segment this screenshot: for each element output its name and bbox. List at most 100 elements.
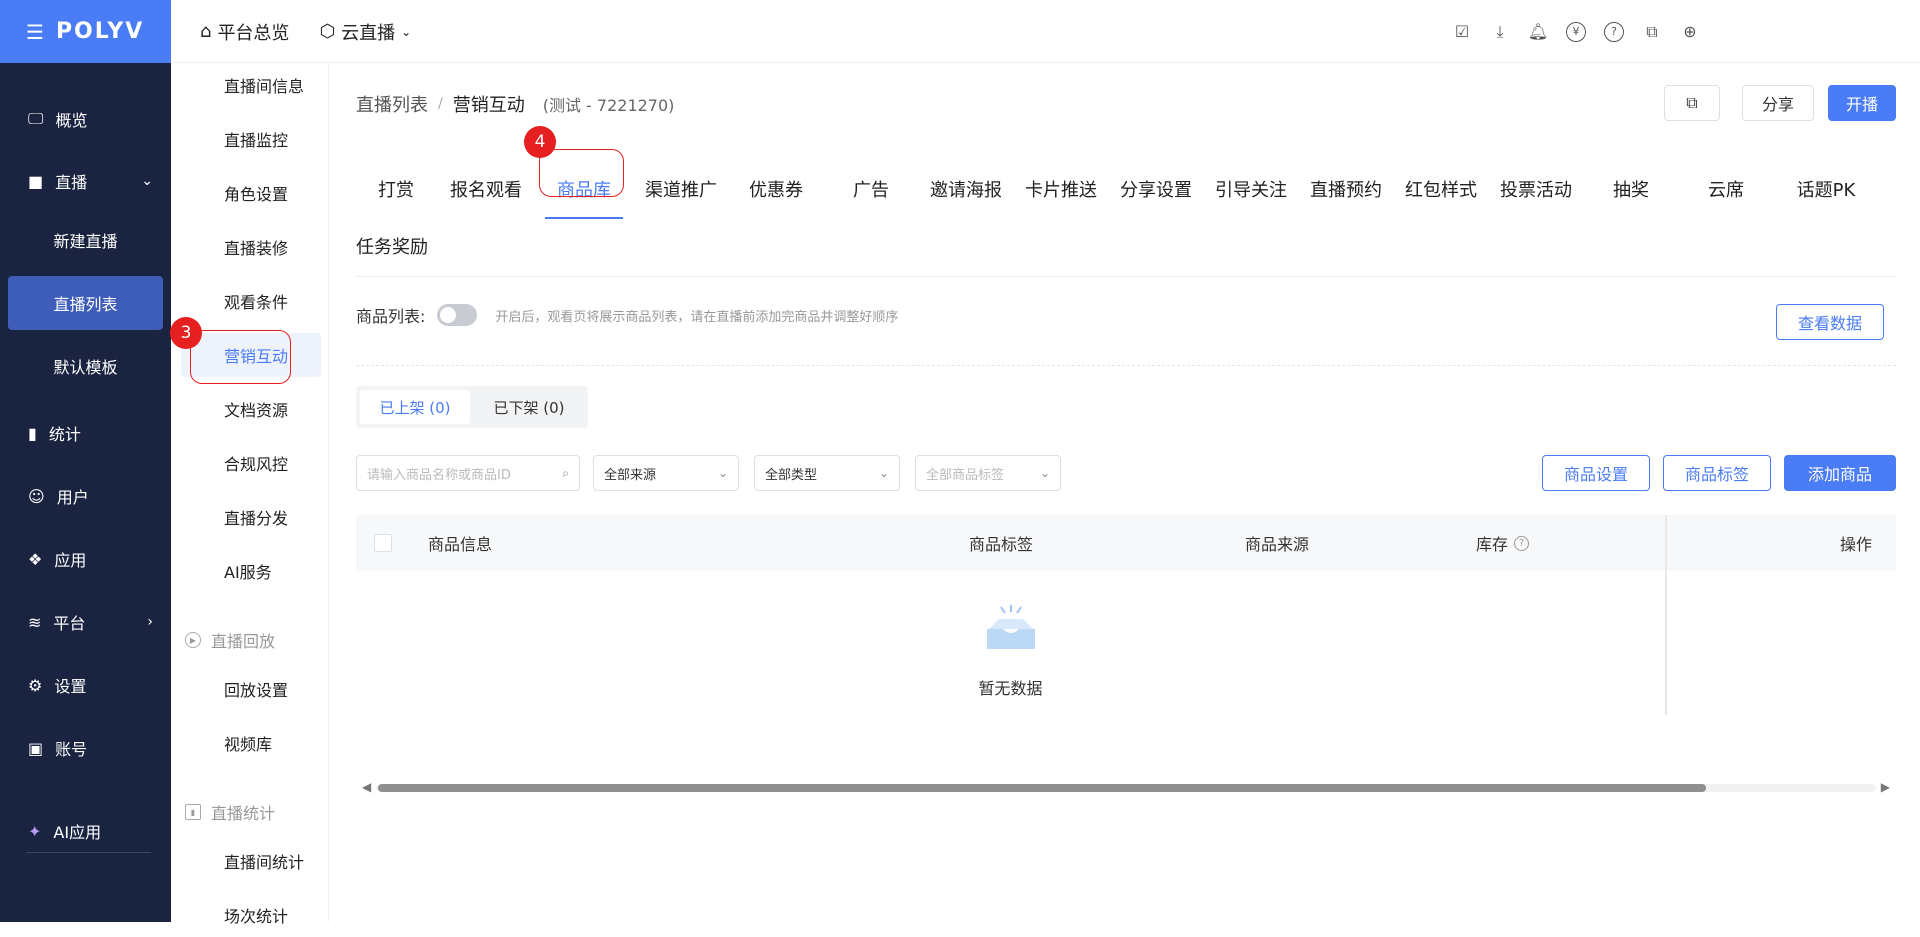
sidebar-item-settings[interactable]: ⚙ 设置 [0, 657, 171, 713]
col-actions: 操作 [1840, 535, 1873, 554]
annotation-box-step3 [190, 330, 291, 384]
source-select[interactable]: 全部来源 ⌄ [593, 455, 739, 491]
start-live-button[interactable]: 开播 [1828, 85, 1896, 121]
chart-icon: ▮ [28, 423, 37, 443]
tab-card-push[interactable]: 卡片推送 [1016, 159, 1106, 219]
chevron-down-icon: ⌄ [717, 466, 728, 480]
col-product-info: 商品信息 [428, 535, 493, 554]
help-icon[interactable]: ? [1604, 21, 1624, 42]
product-tags-button[interactable]: 商品标签 [1663, 455, 1771, 491]
sidebar-item-label: 平台 [53, 614, 86, 633]
horizontal-scrollbar[interactable]: ◀ ▶ [356, 776, 1896, 798]
sidebar-item-label: 直播 [55, 173, 88, 192]
s2-item-distribution[interactable]: 直播分发 [181, 495, 321, 539]
tab-invite-poster[interactable]: 邀请海报 [921, 159, 1011, 219]
breadcrumb-root[interactable]: 直播列表 [356, 91, 428, 117]
tag-select-value: 全部商品标签 [926, 467, 1005, 483]
sidebar-item-label: 统计 [48, 425, 81, 444]
top-bar: ☰ POLYV ⌂ 平台总览 ⬡ 云直播 ⌄ ☑ ⤓ 🔔︎ ¥ ? ⧉ ⊕ [0, 0, 1920, 63]
s2-item-monitor[interactable]: 直播监控 [181, 117, 321, 161]
s2-item-watch-conditions[interactable]: 观看条件 [181, 279, 321, 323]
task-icon[interactable]: ☑ [1452, 22, 1472, 42]
type-select-value: 全部类型 [765, 467, 818, 483]
col-product-tags: 商品标签 [969, 535, 1034, 554]
view-data-button[interactable]: 查看数据 [1776, 304, 1884, 340]
logo-area[interactable]: ☰ POLYV [0, 0, 171, 63]
gear-icon: ⚙ [28, 675, 43, 695]
home-icon: ⌂ [200, 21, 212, 42]
download-icon[interactable]: ⤓ [1490, 22, 1510, 42]
sidebar-sub-live-list[interactable]: 直播列表 [8, 276, 163, 330]
fixed-column-separator [1665, 515, 1667, 715]
segment-on-shelf[interactable]: 已上架 (0) [360, 390, 470, 424]
search-input[interactable]: 请输入商品名称或商品ID ⌕ [356, 455, 580, 491]
tab-registration[interactable]: 报名观看 [441, 159, 531, 219]
s2-item-decoration[interactable]: 直播装修 [181, 225, 321, 269]
tab-share-settings[interactable]: 分享设置 [1111, 159, 1201, 219]
product-list-toggle[interactable] [437, 304, 478, 326]
sidebar-item-platform[interactable]: ≋ 平台 › [0, 594, 171, 650]
sidebar-item-apps[interactable]: ❖ 应用 [0, 531, 171, 587]
scrollbar-thumb[interactable] [378, 784, 1706, 792]
s2-group-playback: ▶ 直播回放 [185, 628, 275, 652]
search-icon: ⌕ [562, 465, 569, 480]
sidebar-item-stats[interactable]: ▮ 统计 [0, 405, 171, 461]
tab-channel-promotion[interactable]: 渠道推广 [631, 159, 731, 219]
empty-box-icon [986, 605, 1035, 649]
help-icon[interactable]: ? [1514, 535, 1530, 551]
s2-group-stats: ▮ 直播统计 [185, 800, 275, 824]
tab-live-reservation[interactable]: 直播预约 [1301, 159, 1391, 219]
tab-reward[interactable]: 打赏 [356, 159, 436, 219]
tab-task-reward[interactable]: 任务奖励 [356, 226, 428, 266]
sidebar-item-overview[interactable]: 🖵︎ 概览 [0, 91, 171, 147]
empty-text: 暂无数据 [978, 679, 1043, 698]
code-icon[interactable]: ⧉ [1642, 22, 1662, 42]
bell-icon[interactable]: 🔔︎ [1528, 22, 1548, 42]
segment-off-shelf[interactable]: 已下架 (0) [474, 390, 584, 424]
product-settings-button[interactable]: 商品设置 [1542, 455, 1650, 491]
tab-voting[interactable]: 投票活动 [1491, 159, 1581, 219]
s2-item-playback-settings[interactable]: 回放设置 [181, 667, 321, 711]
s2-item-video-library[interactable]: 视频库 [181, 721, 321, 765]
s2-item-documents[interactable]: 文档资源 [181, 387, 321, 431]
sidebar-item-ai-apps[interactable]: ✦ AI应用 [0, 803, 171, 859]
s2-item-compliance[interactable]: 合规风控 [181, 441, 321, 485]
copy-button[interactable]: ⧉ [1664, 85, 1720, 121]
sidebar-sub-new-live[interactable]: 新建直播 [8, 213, 163, 267]
tag-select[interactable]: 全部商品标签 ⌄ [915, 455, 1061, 491]
sidebar-sub-default-template[interactable]: 默认模板 [8, 339, 163, 393]
monitor-icon: 🖵︎ [28, 109, 44, 128]
s2-item-session-stats[interactable]: 场次统计 [181, 893, 321, 937]
tab-coupon[interactable]: 优惠券 [731, 159, 821, 219]
tab-guide-follow[interactable]: 引导关注 [1206, 159, 1296, 219]
chevron-down-icon: ⌄ [401, 24, 412, 39]
nav-cloud-live[interactable]: ⬡ 云直播 ⌄ [319, 19, 411, 45]
sidebar-item-users[interactable]: ☺ 用户 [0, 468, 171, 524]
tab-ads[interactable]: 广告 [826, 159, 916, 219]
nav-platform-overview[interactable]: ⌂ 平台总览 [200, 19, 289, 45]
annotation-box-step4 [539, 149, 624, 197]
tab-cloud-seat[interactable]: 云席 [1681, 159, 1771, 219]
yuan-icon[interactable]: ¥ [1566, 21, 1586, 42]
s2-item-room-stats[interactable]: 直播间统计 [181, 839, 321, 883]
share-button[interactable]: 分享 [1742, 85, 1814, 121]
select-all-checkbox[interactable] [374, 534, 392, 552]
scroll-right-icon[interactable]: ▶ [1881, 780, 1890, 794]
tab-red-packet-style[interactable]: 红包样式 [1396, 159, 1486, 219]
sidebar-item-account[interactable]: ▣ 账号 [0, 720, 171, 776]
sidebar-item-live[interactable]: ■ 直播 ⌄ [0, 153, 171, 209]
s2-item-ai-service[interactable]: AI服务 [181, 549, 321, 593]
copy-icon: ⧉ [1686, 93, 1698, 112]
sidebar-item-label: 账号 [55, 740, 88, 759]
s2-item-roles[interactable]: 角色设置 [181, 171, 321, 215]
sidebar-item-label: AI应用 [53, 823, 102, 842]
annotation-step4: 4 [524, 126, 556, 158]
scroll-left-icon[interactable]: ◀ [362, 780, 371, 794]
add-product-button[interactable]: 添加商品 [1784, 455, 1896, 491]
globe-icon[interactable]: ⊕ [1680, 22, 1700, 42]
menu-icon[interactable]: ☰ [26, 20, 44, 44]
tab-lottery[interactable]: 抽奖 [1586, 159, 1676, 219]
tab-topic-pk[interactable]: 话题PK [1776, 159, 1876, 219]
s2-item-room-info[interactable]: 直播间信息 [181, 63, 321, 107]
type-select[interactable]: 全部类型 ⌄ [754, 455, 900, 491]
